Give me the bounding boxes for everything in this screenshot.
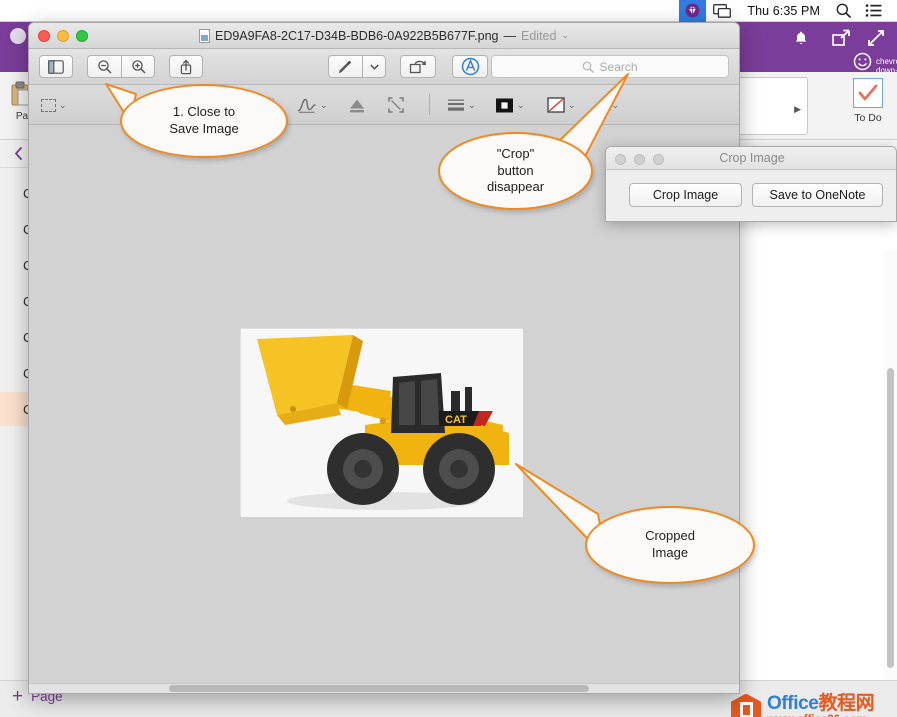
maximize-button[interactable]: [653, 154, 664, 165]
todo-label: To Do: [854, 112, 881, 124]
rotate-button[interactable]: [400, 55, 436, 78]
watermark-line-1: Office教程网: [767, 694, 874, 713]
toolbar-divider: [429, 94, 430, 115]
share-button[interactable]: [169, 55, 203, 78]
preview-scrollbar-thumb[interactable]: [169, 685, 589, 692]
callout-text: Cropped Image: [645, 528, 695, 562]
gem-icon[interactable]: [679, 0, 706, 22]
onenote-ribbon-right-icons: chevron-down-icon: [759, 24, 889, 72]
file-icon: [199, 29, 210, 43]
window-title-separator: —: [504, 29, 517, 43]
callout-text: "Crop" button disappear: [487, 146, 544, 197]
callout-bubble: Cropped Image: [585, 506, 755, 584]
avatar: [10, 28, 26, 44]
office-logo-icon: [731, 694, 761, 717]
share-icon[interactable]: [831, 29, 851, 52]
markup-toggle-button[interactable]: [328, 55, 362, 78]
markup-caret-button[interactable]: [362, 55, 386, 78]
watermark-text: Office教程网 www.office26.com: [767, 694, 874, 717]
sidebar-toggle-button[interactable]: [39, 55, 73, 78]
macos-menu-bar: Thu 6:35 PM: [0, 0, 897, 22]
screen-mirroring-icon[interactable]: [706, 0, 738, 22]
expand-icon[interactable]: [867, 29, 885, 52]
callout-crop-button-disappear: "Crop" button disappear: [432, 70, 652, 230]
save-to-onenote-button[interactable]: Save to OneNote: [752, 183, 883, 207]
chevron-down-icon[interactable]: ⌄: [561, 30, 569, 41]
shapes-tool[interactable]: [347, 93, 367, 117]
screenshot-root: H chevron-down-icon: [0, 0, 897, 717]
rectangular-selection-icon: [41, 99, 56, 112]
signature-icon: [297, 97, 317, 114]
watermark: Office教程网 www.office26.com: [731, 690, 891, 717]
bell-icon[interactable]: [793, 30, 809, 52]
preview-title-bar[interactable]: ED9A9FA8-2C17-D34B-BDB6-0A922B5B677F.png…: [29, 23, 739, 49]
tags-more-arrow-icon[interactable]: ▶: [794, 104, 801, 115]
paste-label: Pa: [16, 111, 28, 122]
callout-text: 1. Close to Save Image: [169, 104, 238, 138]
crop-tool[interactable]: [387, 93, 405, 117]
crop-dialog-title: Crop Image: [719, 151, 784, 165]
todo-button[interactable]: To Do: [846, 78, 890, 134]
zoom-out-button[interactable]: [87, 55, 121, 78]
callout-cropped-image: Cropped Image: [510, 462, 760, 590]
close-button[interactable]: [38, 30, 50, 42]
edited-badge: Edited: [521, 29, 556, 43]
plus-icon: +: [12, 690, 23, 704]
minimize-button[interactable]: [57, 30, 69, 42]
page-scrollbar-thumb[interactable]: [887, 368, 894, 668]
search-icon[interactable]: [829, 0, 858, 22]
rectangular-selection-tool[interactable]: ⌄: [41, 93, 67, 117]
shapes-icon: [347, 97, 367, 114]
window-controls: [38, 30, 88, 42]
page-scrollbar-track[interactable]: [884, 250, 897, 680]
window-title-filename: ED9A9FA8-2C17-D34B-BDB6-0A922B5B677F.png: [215, 29, 499, 43]
cropped-image[interactable]: CAT: [240, 328, 522, 516]
signature-tool[interactable]: ⌄: [297, 93, 328, 117]
callout-bubble: 1. Close to Save Image: [120, 84, 288, 158]
chevron-down-icon[interactable]: ⌄: [59, 100, 67, 111]
crop-icon: [387, 96, 405, 114]
callout-bubble: "Crop" button disappear: [438, 132, 593, 210]
preview-horizontal-scrollbar[interactable]: [29, 683, 739, 694]
callout-close-to-save: 1. Close to Save Image: [96, 78, 296, 168]
checkmark-icon: [853, 78, 883, 108]
menu-bar-clock[interactable]: Thu 6:35 PM: [738, 4, 829, 18]
chevron-down-icon[interactable]: ⌄: [320, 100, 328, 111]
maximize-button[interactable]: [76, 30, 88, 42]
zoom-in-button[interactable]: [121, 55, 155, 78]
svg-text:CAT: CAT: [445, 414, 467, 426]
window-title: ED9A9FA8-2C17-D34B-BDB6-0A922B5B677F.png…: [199, 29, 569, 43]
control-center-icon[interactable]: [858, 0, 889, 22]
